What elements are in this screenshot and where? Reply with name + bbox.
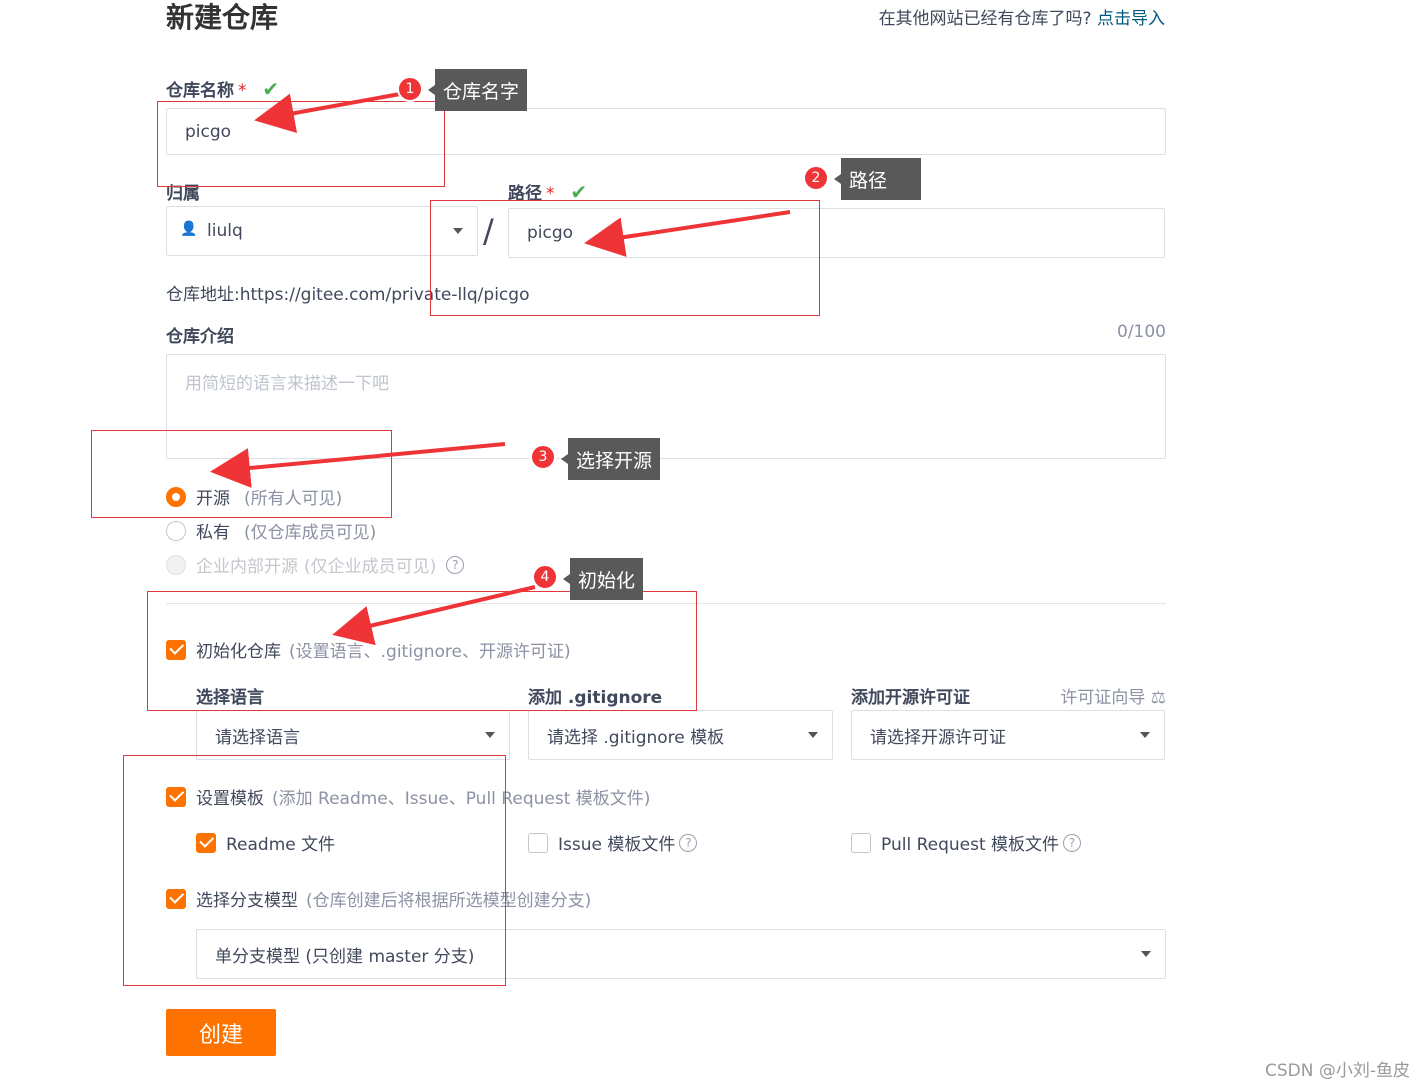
annotation-arrows (210, 92, 791, 646)
arrow-2 (584, 210, 791, 257)
annotation-badge-2: 2 (803, 165, 829, 191)
annotation-callout-2: 路径 (834, 158, 921, 200)
arrow-1 (254, 92, 401, 133)
annotation-callout-3: 选择开源 (560, 438, 661, 480)
annotation-badge-3: 3 (530, 444, 556, 470)
annotation-badge-1: 1 (397, 76, 423, 102)
arrow-4 (332, 585, 536, 646)
watermark: CSDN @小刘-鱼皮 (1264, 1061, 1410, 1081)
annotation-badge-4: 4 (532, 564, 558, 590)
annotation-callout-1: 仓库名字 (427, 69, 528, 111)
arrow-3 (210, 442, 506, 488)
annotation-callout-4: 初始化 (562, 558, 644, 600)
